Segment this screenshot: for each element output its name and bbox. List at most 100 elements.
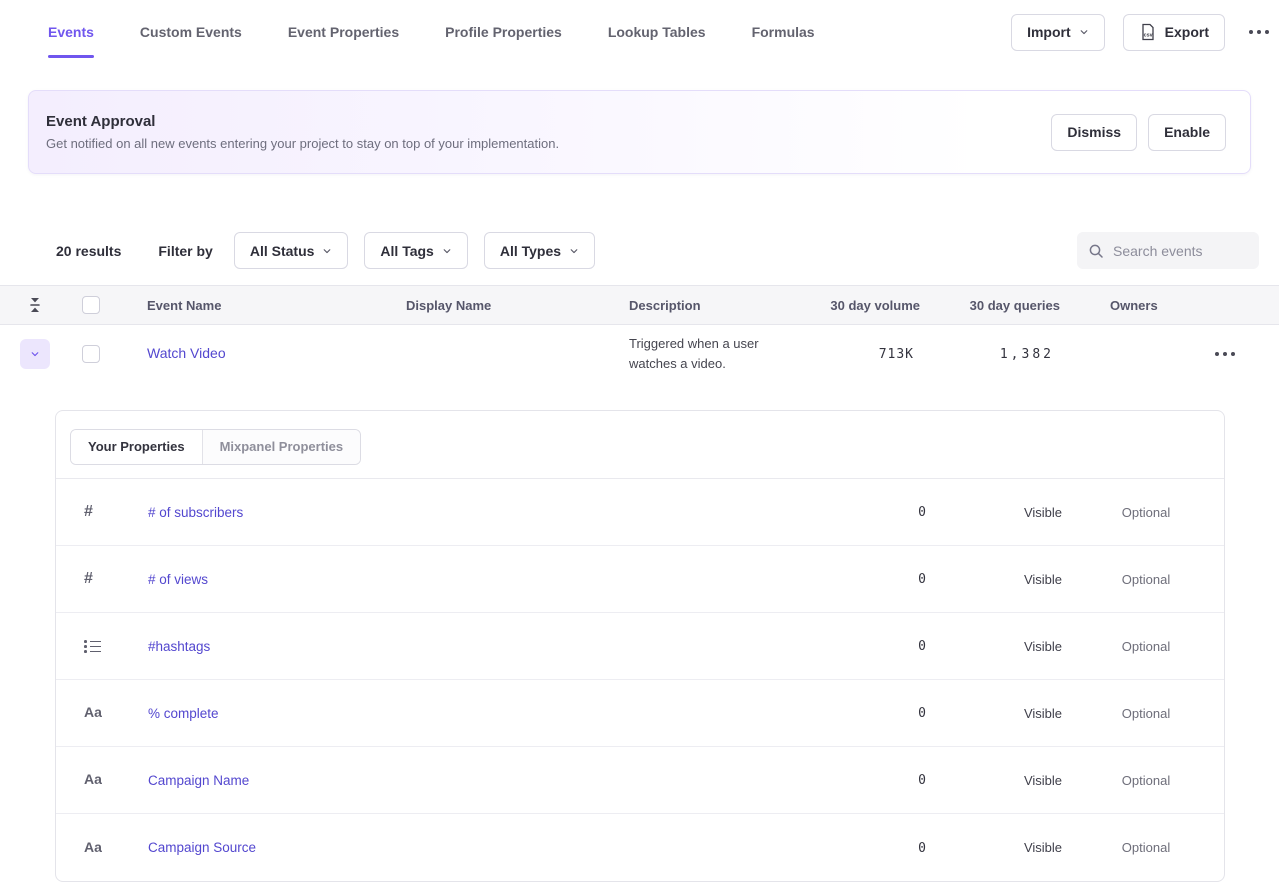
collapse-all-icon[interactable] <box>28 297 42 313</box>
property-requirement: Optional <box>1068 773 1224 788</box>
property-requirement: Optional <box>1068 706 1224 721</box>
property-row: #hashtags 0 Visible Optional <box>56 613 1224 680</box>
property-name-link[interactable]: #hashtags <box>148 639 210 654</box>
property-visibility: Visible <box>933 572 1068 587</box>
number-type-icon <box>84 570 93 588</box>
property-name-link[interactable]: # of subscribers <box>148 505 243 520</box>
property-value: 0 <box>918 572 933 587</box>
import-button-label: Import <box>1027 24 1071 40</box>
enable-button[interactable]: Enable <box>1148 114 1226 151</box>
property-value: 0 <box>918 505 933 520</box>
event-volume: 713K <box>879 347 920 362</box>
property-name-link[interactable]: % complete <box>148 706 219 721</box>
export-button[interactable]: csv Export <box>1123 14 1225 51</box>
search-icon <box>1088 243 1104 259</box>
event-queries: 1,382 <box>1000 347 1060 362</box>
filter-dropdowns: All Status All Tags All Types <box>234 232 595 269</box>
search-input[interactable] <box>1113 243 1248 259</box>
property-visibility: Visible <box>933 505 1068 520</box>
nav-tab-events[interactable]: Events <box>48 0 94 64</box>
number-type-icon <box>84 503 93 521</box>
property-requirement: Optional <box>1068 639 1224 654</box>
row-more-options-icon[interactable] <box>1215 352 1219 356</box>
event-approval-banner: Event Approval Get notified on all new e… <box>28 90 1251 174</box>
select-all-checkbox[interactable] <box>82 296 100 314</box>
csv-file-icon: csv <box>1139 23 1157 41</box>
types-filter-label: All Types <box>500 243 561 259</box>
top-nav: Events Custom Events Event Properties Pr… <box>0 0 1279 64</box>
banner-description: Get notified on all new events entering … <box>46 137 559 150</box>
property-value: 0 <box>918 841 933 856</box>
nav-tab-custom-events[interactable]: Custom Events <box>140 0 242 64</box>
tab-your-properties[interactable]: Your Properties <box>71 430 202 464</box>
property-name-link[interactable]: Campaign Source <box>148 840 256 855</box>
property-row: Campaign Source 0 Visible Optional <box>56 814 1224 881</box>
property-name-link[interactable]: Campaign Name <box>148 773 249 788</box>
status-filter-dropdown[interactable]: All Status <box>234 232 349 269</box>
nav-tab-profile-properties[interactable]: Profile Properties <box>445 0 562 64</box>
event-description-line1: Triggered when a user <box>629 334 829 354</box>
import-button[interactable]: Import <box>1011 14 1105 51</box>
column-event-name: Event Name <box>147 298 406 313</box>
more-options-button[interactable] <box>1243 14 1259 51</box>
types-filter-dropdown[interactable]: All Types <box>484 232 595 269</box>
column-description: Description <box>629 298 829 313</box>
property-requirement: Optional <box>1068 505 1224 520</box>
tags-filter-label: All Tags <box>380 243 433 259</box>
chevron-down-icon <box>322 246 332 256</box>
event-name-link[interactable]: Watch Video <box>147 345 226 361</box>
search-box <box>1077 232 1259 269</box>
property-value: 0 <box>918 706 933 721</box>
collapse-row-button[interactable] <box>20 339 50 369</box>
text-type-icon <box>84 839 102 857</box>
property-value: 0 <box>918 773 933 788</box>
property-visibility: Visible <box>933 706 1068 721</box>
chevron-down-icon <box>569 246 579 256</box>
column-30-day-volume: 30 day volume <box>829 298 920 313</box>
svg-text:csv: csv <box>1143 32 1152 38</box>
chevron-down-icon <box>30 349 40 359</box>
banner-actions: Dismiss Enable <box>1051 114 1226 151</box>
banner-text: Event Approval Get notified on all new e… <box>46 114 559 150</box>
results-count: 20 results <box>56 243 121 259</box>
filter-bar: 20 results Filter by All Status All Tags… <box>0 232 1279 269</box>
property-visibility: Visible <box>933 840 1068 855</box>
property-name-link[interactable]: # of views <box>148 572 208 587</box>
property-requirement: Optional <box>1068 572 1224 587</box>
nav-tab-lookup-tables[interactable]: Lookup Tables <box>608 0 706 64</box>
filter-by-label: Filter by <box>158 243 212 259</box>
column-owners: Owners <box>1060 298 1215 313</box>
column-30-day-queries: 30 day queries <box>920 298 1060 313</box>
banner-title: Event Approval <box>46 114 559 129</box>
property-row: % complete 0 Visible Optional <box>56 680 1224 747</box>
text-type-icon <box>84 704 102 722</box>
column-display-name: Display Name <box>406 298 629 313</box>
chevron-down-icon <box>442 246 452 256</box>
events-table-header: Event Name Display Name Description 30 d… <box>0 285 1279 325</box>
event-row: Watch Video Triggered when a user watche… <box>0 325 1279 383</box>
chevron-down-icon <box>1079 27 1089 37</box>
tab-mixpanel-properties[interactable]: Mixpanel Properties <box>202 430 361 464</box>
property-value: 0 <box>918 639 933 654</box>
lexicon-page: Events Custom Events Event Properties Pr… <box>0 0 1279 884</box>
dismiss-button[interactable]: Dismiss <box>1051 114 1137 151</box>
nav-tab-event-properties[interactable]: Event Properties <box>288 0 399 64</box>
property-row: # of views 0 Visible Optional <box>56 546 1224 613</box>
properties-tab-group: Your Properties Mixpanel Properties <box>70 429 361 465</box>
more-options-icon <box>1249 30 1253 34</box>
row-checkbox[interactable] <box>82 345 100 363</box>
property-row: Campaign Name 0 Visible Optional <box>56 747 1224 814</box>
event-description-line2: watches a video. <box>629 354 829 374</box>
export-button-label: Export <box>1165 24 1209 40</box>
nav-actions: Import csv Export <box>1011 0 1259 64</box>
tags-filter-dropdown[interactable]: All Tags <box>364 232 467 269</box>
nav-tabs: Events Custom Events Event Properties Pr… <box>48 0 815 64</box>
status-filter-label: All Status <box>250 243 315 259</box>
property-requirement: Optional <box>1068 840 1224 855</box>
property-row: # of subscribers 0 Visible Optional <box>56 479 1224 546</box>
properties-panel: Your Properties Mixpanel Properties # of… <box>55 410 1225 882</box>
property-visibility: Visible <box>933 773 1068 788</box>
properties-tabbar: Your Properties Mixpanel Properties <box>56 411 1224 479</box>
nav-tab-formulas[interactable]: Formulas <box>752 0 815 64</box>
text-type-icon <box>84 771 102 789</box>
